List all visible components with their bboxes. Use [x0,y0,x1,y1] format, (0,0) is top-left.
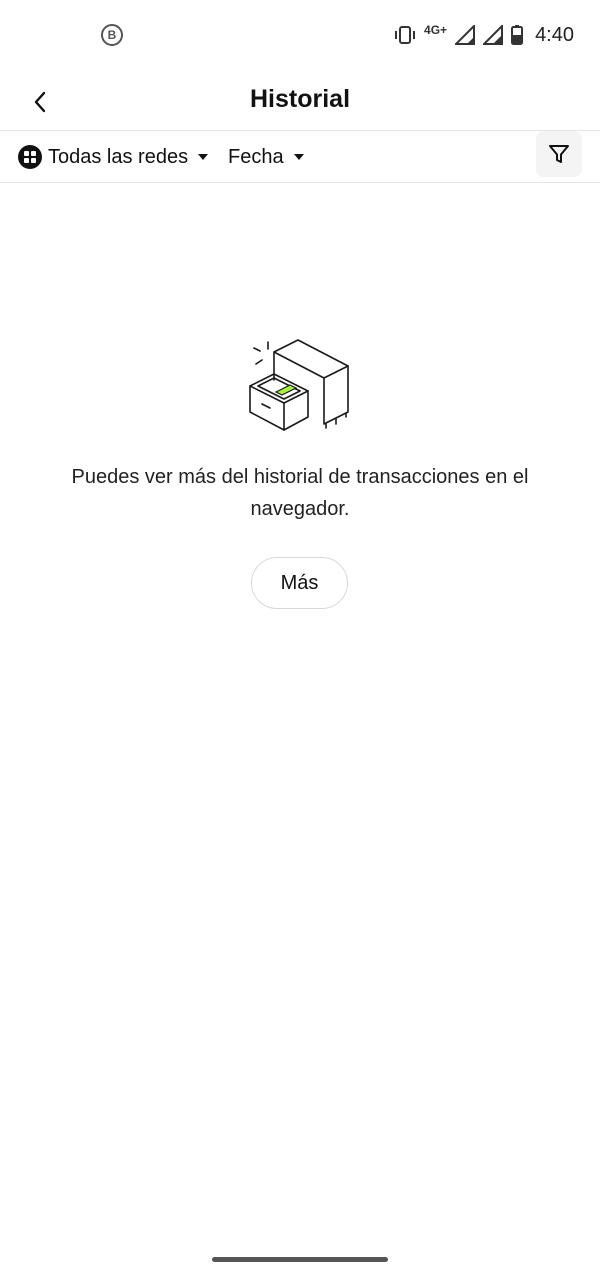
networks-dropdown-label: Todas las redes [48,145,189,168]
networks-dropdown[interactable]: Todas las redes [18,142,209,172]
caret-down-icon [198,154,209,160]
clock: 4:40 [535,23,574,46]
date-dropdown-label: Fecha [228,145,284,168]
home-indicator[interactable] [212,1257,388,1262]
business-app-letter: B [107,28,117,42]
empty-state-message: Puedes ver más del historial de transacc… [71,466,529,520]
status-bar: B 4G+ 4:40 [0,0,600,70]
filter-bar: Todas las redes Fecha [0,131,600,182]
network-type: 4G+ [424,23,448,37]
more-button[interactable]: Más [251,557,348,609]
empty-drawer-illustration [249,339,349,431]
app-header: Historial [0,70,600,131]
header-divider [0,130,600,131]
status-bar-right: 4G+ 4:40 [394,20,574,50]
filter-button[interactable] [536,131,582,177]
history-screen: B 4G+ 4:40 Historial Todas las redes Fec… [0,0,600,1278]
page-title: Historial [249,85,351,113]
signal-icon [483,25,504,45]
date-dropdown[interactable]: Fecha [228,142,304,172]
filter-divider [0,182,600,183]
business-app-icon: B [101,24,123,46]
caret-down-icon [293,154,304,160]
networks-grid-icon [18,145,42,169]
battery-icon [511,25,524,45]
funnel-icon [549,145,569,163]
signal-icon [455,25,476,45]
vibrate-icon [395,26,416,44]
